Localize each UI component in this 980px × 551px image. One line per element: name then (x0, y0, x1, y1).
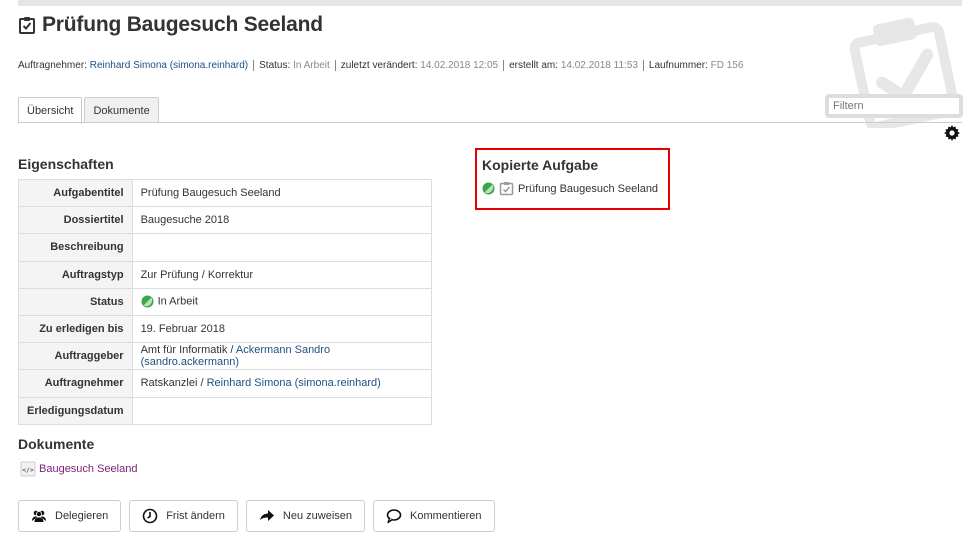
meta-modified: zuletzt verändert: 14.02.2018 12:05 (334, 60, 503, 71)
top-bar (18, 0, 962, 6)
gear-icon[interactable] (944, 125, 960, 141)
tab-uebersicht[interactable]: Übersicht (18, 97, 83, 124)
table-row: Auftraggeber Amt für Informatik / Ackerm… (18, 342, 433, 371)
document-item[interactable]: </> Baugesuch Seeland (20, 461, 137, 477)
meta-auftragnehmer-link[interactable]: Reinhard Simona (simona.reinhard) (90, 60, 248, 71)
delegate-button[interactable]: Delegieren (18, 500, 122, 532)
table-row: Auftragstyp Zur Prüfung / Korrektur (18, 260, 433, 289)
meta-number: Laufnummer: FD 156 (642, 60, 749, 71)
copied-task-item[interactable]: Prüfung Baugesuch Seeland (482, 181, 668, 196)
change-deadline-button[interactable]: Frist ändern (129, 500, 238, 532)
comment-button[interactable]: Kommentieren (373, 500, 495, 532)
table-row: Erledigungsdatum (18, 396, 433, 425)
tab-dokumente[interactable]: Dokumente (84, 97, 159, 123)
page-title: Prüfung Baugesuch Seeland (42, 13, 323, 36)
copied-task-label: Prüfung Baugesuch Seeland (518, 182, 659, 195)
table-row: Dossiertitel Baugesuche 2018 (18, 206, 433, 235)
reassign-button[interactable]: Neu zuweisen (245, 500, 365, 532)
meta-auftragnehmer: Auftragnehmer: Reinhard Simona (simona.r… (18, 60, 249, 71)
copied-task-heading: Kopierte Aufgabe (482, 157, 599, 173)
table-row: Beschreibung (18, 233, 433, 262)
document-link[interactable]: Baugesuch Seeland (39, 463, 137, 475)
documents-heading: Dokumente (18, 436, 95, 452)
properties-heading: Eigenschaften (18, 156, 114, 172)
status-in-progress-icon (141, 295, 154, 308)
auftragnehmer-link[interactable]: Reinhard Simona (simona.reinhard) (207, 377, 381, 389)
table-row: Zu erledigen bis 19. Februar 2018 (18, 314, 433, 344)
xml-document-icon: </> (20, 461, 36, 477)
comment-icon (386, 509, 402, 524)
table-row: Status In Arbeit (18, 287, 433, 316)
action-bar: Delegieren Frist ändern Neu zuweisen Kom… (18, 500, 503, 532)
meta-status: Status: In Arbeit (253, 60, 335, 71)
status-value: In Arbeit (157, 295, 198, 308)
arrow-right-icon (259, 510, 274, 521)
table-row: Auftragnehmer Ratskanzlei / Reinhard Sim… (18, 369, 433, 398)
table-row: Aufgabentitel Prüfung Baugesuch Seeland (18, 178, 433, 208)
task-icon (499, 182, 514, 196)
copied-task-box: Kopierte Aufgabe Prüfung Baugesuch Seela… (475, 148, 670, 210)
svg-text:</>: </> (22, 466, 34, 474)
task-icon (19, 17, 35, 34)
task-meta: Auftragnehmer: Reinhard Simona (simona.r… (18, 60, 748, 71)
clock-icon (142, 508, 158, 524)
meta-created: erstellt am: 14.02.2018 11:53 (503, 60, 643, 71)
page-header: Prüfung Baugesuch Seeland (18, 13, 323, 37)
status-in-progress-icon (482, 182, 495, 195)
users-icon (32, 510, 46, 522)
filter-input[interactable] (825, 94, 963, 118)
properties-table: Aufgabentitel Prüfung Baugesuch Seeland … (18, 178, 433, 425)
tab-divider (18, 122, 962, 123)
tab-bar: Übersicht Dokumente (18, 97, 161, 124)
